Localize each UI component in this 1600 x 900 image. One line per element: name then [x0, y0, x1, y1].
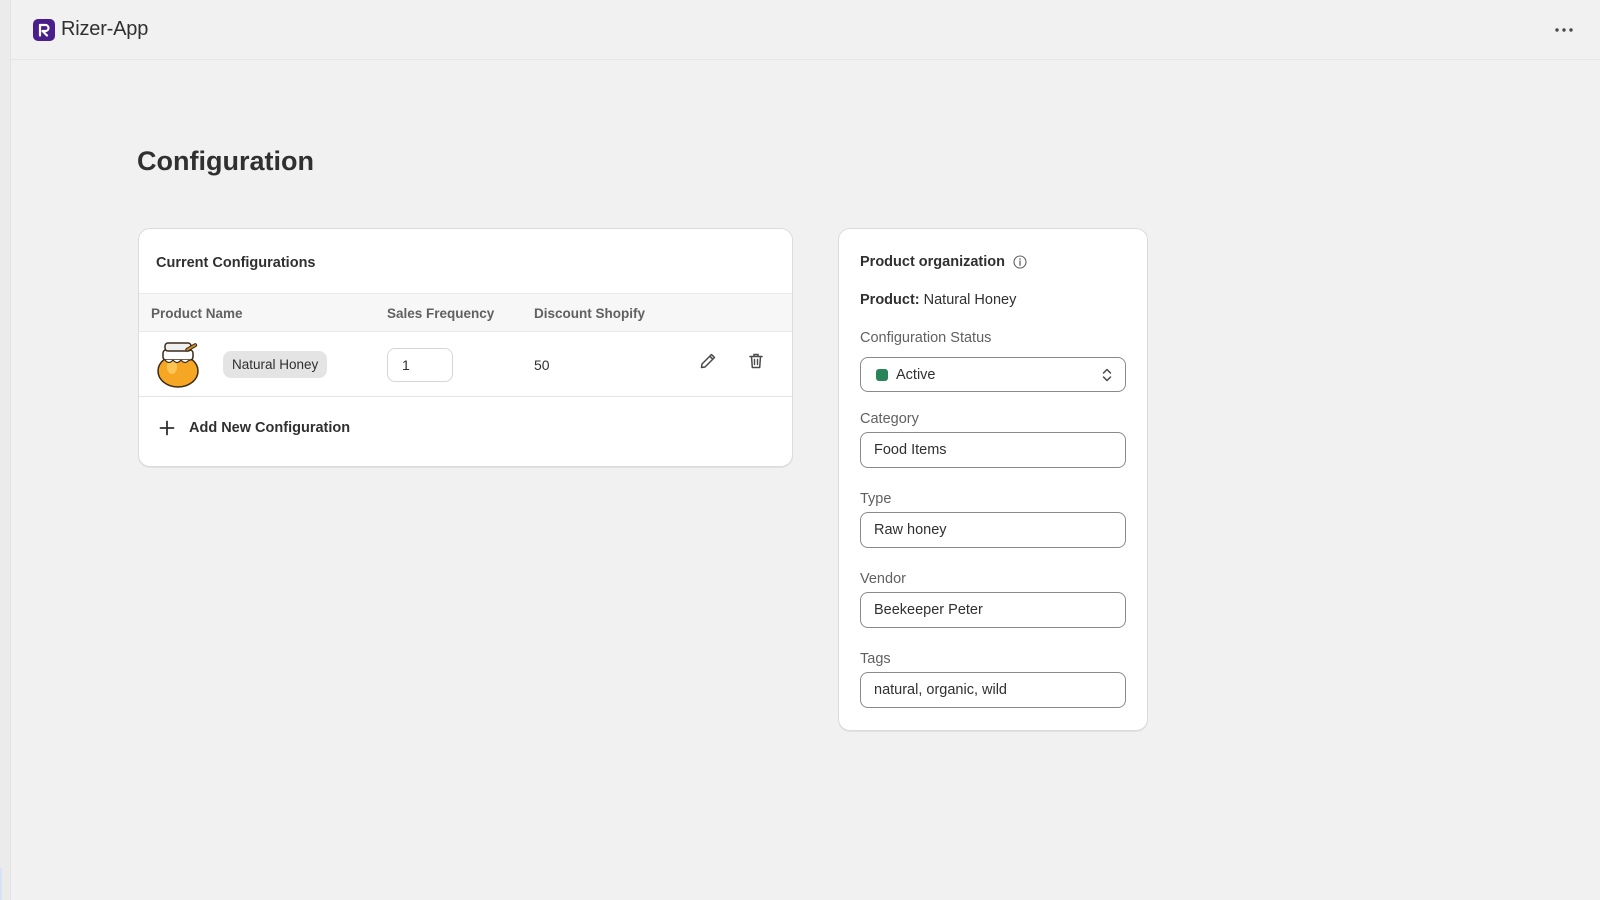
app-header: Rizer-App [11, 0, 1600, 60]
add-new-configuration-label: Add New Configuration [189, 420, 351, 436]
honey-jar-icon [157, 342, 199, 388]
type-input[interactable] [860, 512, 1126, 548]
tags-input[interactable] [860, 672, 1126, 708]
current-configurations-card: Current Configurations Product Name Sale… [138, 228, 793, 467]
card-title: Current Configurations [156, 255, 316, 271]
delete-button[interactable] [742, 347, 770, 375]
vendor-input[interactable] [860, 592, 1126, 628]
pencil-icon [700, 353, 716, 369]
add-new-configuration-button[interactable]: Add New Configuration [159, 420, 350, 436]
sales-frequency-input[interactable] [387, 348, 453, 382]
info-icon[interactable] [1013, 255, 1027, 269]
app-name: Rizer-App [61, 18, 149, 40]
more-dots-icon [1555, 27, 1573, 32]
type-label: Type [860, 491, 892, 507]
category-label: Category [860, 411, 919, 427]
column-sales-frequency: Sales Frequency [387, 306, 495, 321]
edit-button[interactable] [694, 347, 722, 375]
product-name-chip[interactable]: Natural Honey [223, 351, 328, 378]
table-header: Product Name Sales Frequency Discount Sh… [139, 293, 792, 332]
column-product-name: Product Name [151, 306, 243, 321]
configuration-status-select[interactable]: Active [860, 357, 1126, 392]
discount-value: 50 [534, 357, 550, 373]
product-label: Product: [860, 292, 920, 308]
table-row: Natural Honey 50 [139, 332, 792, 397]
category-input[interactable] [860, 432, 1126, 468]
configuration-status-label: Configuration Status [860, 330, 992, 346]
edge-marker [0, 868, 2, 900]
org-title-text: Product organization [860, 254, 1005, 270]
product-organization-card: Product organization Product: Natural Ho… [838, 228, 1148, 731]
column-discount-shopify: Discount Shopify [534, 306, 645, 321]
more-actions-button[interactable] [1550, 16, 1578, 44]
vendor-label: Vendor [860, 571, 906, 587]
brand: Rizer-App [33, 18, 148, 41]
status-value: Active [896, 366, 936, 383]
chevron-up-down-icon [1102, 368, 1112, 382]
product-line: Product: Natural Honey [860, 292, 1016, 308]
page-title: Configuration [137, 146, 314, 176]
trash-icon [749, 353, 763, 369]
app-logo-icon [33, 18, 55, 41]
product-organization-title: Product organization [860, 254, 1027, 270]
product-value: Natural Honey [923, 292, 1017, 308]
status-indicator [876, 368, 888, 381]
left-sidebar-strip [0, 0, 11, 900]
tags-label: Tags [860, 651, 891, 667]
plus-icon [159, 420, 175, 436]
